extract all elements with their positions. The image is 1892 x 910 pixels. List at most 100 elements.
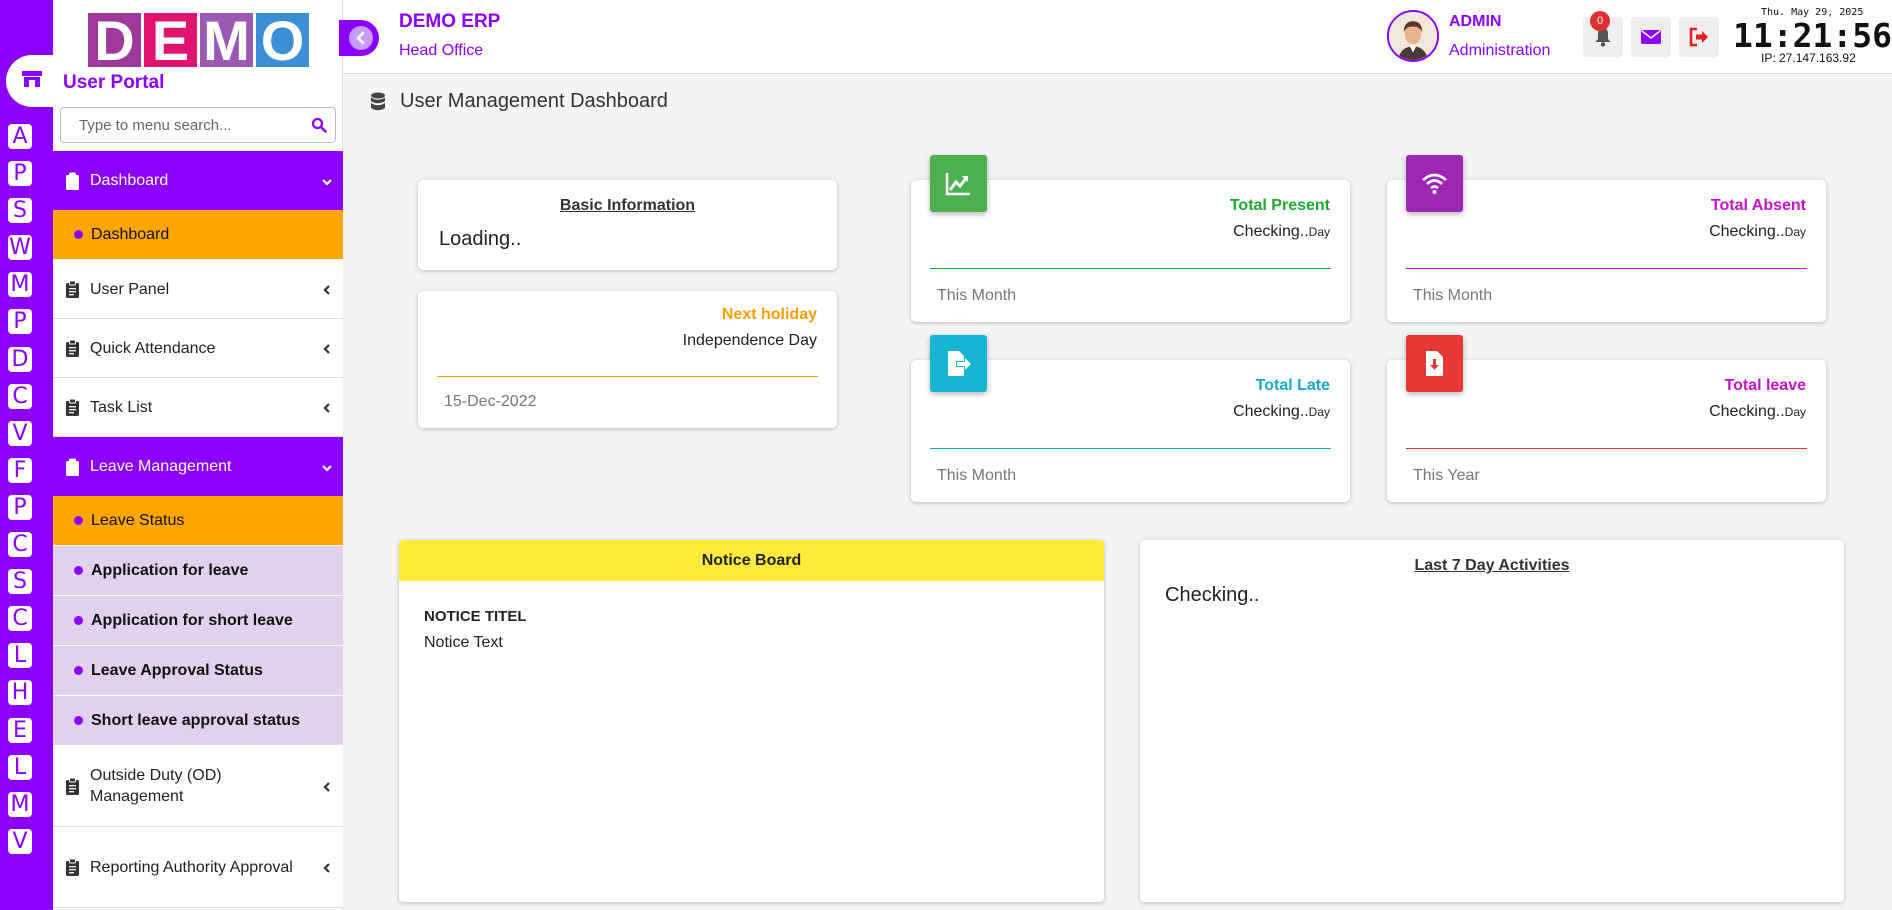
stat-unit: Day [1784,225,1806,239]
messages-button[interactable] [1631,17,1671,57]
basic-information-title[interactable]: Basic Information [418,197,837,215]
sidebar-item-label: User Panel [90,280,170,298]
sidebar-item[interactable]: Task List [53,378,343,437]
sidebar-item[interactable]: Quick Attendance [53,319,343,378]
rail-letter-button[interactable]: W [8,235,32,261]
sidebar-item[interactable]: Outside Duty (OD) Management [53,746,343,827]
rail-letter-button[interactable]: P [8,494,32,520]
stat-value: Checking..Day [1233,403,1330,421]
sidebar-subitem-label: Leave Status [91,511,185,529]
rail-letter-button[interactable]: V [8,420,32,446]
activities-text: Checking.. [1165,584,1260,606]
last-7-day-activities: Last 7 Day Activities Checking.. [1140,540,1844,902]
rail-letter-button[interactable]: C [8,383,32,409]
stat-value-text: Checking.. [1233,223,1309,240]
home-store-button[interactable] [6,55,56,107]
sidebar-item[interactable]: Dashboard [53,151,343,210]
clipboard-icon [65,398,80,416]
stat-divider [930,268,1331,269]
search-icon[interactable] [311,117,327,133]
top-header: DEMO ERP Head Office ADMIN Administratio… [339,0,1892,74]
sidebar-item-label: Outside Duty (OD) Management [90,767,222,805]
sign-out-icon [1689,27,1708,47]
stat-value-text: Checking.. [1233,403,1309,420]
rail-letter-button[interactable]: P [8,161,32,187]
sidebar-subitem[interactable]: Application for leave [53,546,343,596]
rail-letter-button[interactable]: C [8,606,32,632]
next-holiday-label: Next holiday [721,306,817,323]
sidebar-subitem-label: Leave Approval Status [91,661,263,679]
stat-divider [1406,268,1807,269]
user-role: Administration [1449,42,1551,59]
stat-value-text: Checking.. [1709,223,1785,240]
activities-title[interactable]: Last 7 Day Activities [1140,557,1844,575]
bullet-dot-icon [74,516,83,525]
rail-letter-button[interactable]: H [8,680,32,706]
rail-letter-button[interactable]: L [8,754,32,780]
rail-letter-button[interactable]: A [8,124,32,149]
stat-label: Total Absent [1710,197,1806,214]
avatar[interactable] [1387,10,1439,62]
store-icon [22,71,42,87]
rail-letter-button[interactable]: S [8,198,32,224]
notification-count-badge: 0 [1590,11,1610,31]
sidebar-item-label: Leave Management [90,458,232,475]
rail-letter-button[interactable]: V [8,828,32,854]
rail-letter-button[interactable]: C [8,532,32,558]
sidebar-menu: Dashboard Dashboard User Panel Quick Attend… [53,151,343,908]
sidebar-item[interactable]: Leave Management [53,437,343,496]
stat-footer: This Month [1413,287,1493,304]
ip-address: IP: 27.147.163.92 [1761,51,1856,65]
bullet-dot-icon [74,666,83,675]
chevron-left-icon [349,26,373,50]
rail-letter-button[interactable]: S [8,569,32,595]
wifi-icon [1406,155,1463,212]
chevron-down-icon [321,461,333,473]
clipboard-icon [65,280,80,298]
sidebar-subitem[interactable]: Leave Approval Status [53,646,343,696]
sidebar-subitem-label: Application for leave [91,561,249,579]
logo-letter: E [144,13,197,69]
basic-information-text: Loading.. [439,228,522,250]
menu-search-input[interactable] [61,108,301,142]
stat-label: Total leave [1724,377,1806,394]
stat-divider [930,448,1331,449]
sidebar-subitem[interactable]: Leave Status [53,496,343,546]
sidebar-item[interactable]: Reporting Authority Approval [53,827,343,908]
chevron-left-icon [321,283,333,295]
portal-title: User Portal [63,72,165,93]
clipboard-icon [65,858,80,876]
stat-label: Total Present [1229,197,1330,214]
holiday-divider [437,376,818,377]
rail-letter-button[interactable]: D [8,346,32,372]
sidebar-subitem[interactable]: Application for short leave [53,596,343,646]
sidebar-collapse-button[interactable] [339,20,379,56]
rail-letter-button[interactable]: F [8,457,32,483]
stat-footer: This Month [937,467,1017,484]
sidebar-item-label: Task List [90,398,153,416]
bullet-dot-icon [74,616,83,625]
stat-footer: This Month [937,287,1017,304]
stat-label: Total Late [1255,377,1330,394]
user-name: ADMIN [1449,13,1502,30]
rail-letter-button[interactable]: E [8,717,32,743]
clipboard-icon [65,458,80,476]
sidebar-item[interactable]: User Panel [53,260,343,319]
chevron-left-icon [321,401,333,413]
sidebar-subitem[interactable]: Short leave approval status [53,696,343,746]
logout-button[interactable] [1679,17,1719,57]
next-holiday-date: 15-Dec-2022 [444,393,537,410]
letter-rail: APSWMPDCVFPCSCLHELMV [0,0,56,910]
stat-value-text: Checking.. [1709,403,1785,420]
rail-letter-button[interactable]: M [8,272,32,298]
sidebar-subitem-label: Short leave approval status [91,711,300,729]
rail-letter-button[interactable]: L [8,643,32,669]
stat-unit: Day [1308,225,1330,239]
sidebar-subitem[interactable]: Dashboard [53,210,343,260]
rail-letter-button[interactable]: M [8,791,32,817]
stat-unit: Day [1308,405,1330,419]
rail-letter-button[interactable]: P [8,309,32,335]
file-export-icon [930,335,987,392]
clipboard-icon [65,777,80,795]
sidebar-subitem-label: Dashboard [91,225,170,243]
